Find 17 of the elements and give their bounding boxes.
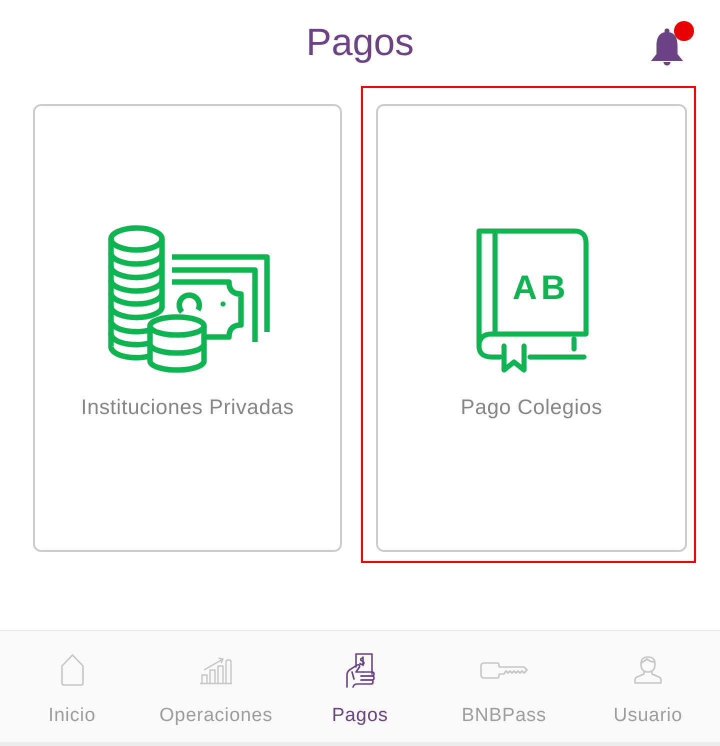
nav-tab[interactable]: Usuario	[576, 631, 720, 742]
user-icon	[634, 655, 662, 685]
house-icon	[60, 653, 84, 687]
key-icon	[480, 662, 528, 678]
school-payment-card[interactable]: AB Pago Colegios	[376, 104, 687, 552]
cover-lettering: AB	[512, 269, 570, 307]
nav-tab[interactable]: Inicio	[0, 631, 144, 742]
hand-with-bill-icon	[344, 652, 376, 688]
nav-tab[interactable]: BNBPass	[432, 631, 576, 742]
nav-tab[interactable]: Pagos	[288, 631, 432, 742]
bar-chart-icon	[199, 656, 233, 684]
book-icon	[476, 228, 588, 372]
bell-icon	[648, 28, 686, 66]
notifications-button[interactable]	[648, 20, 694, 66]
private-institutions-card[interactable]: Instituciones Privadas	[33, 104, 342, 552]
page-title: Pagos	[306, 21, 414, 65]
nav-tab[interactable]: Operaciones	[144, 631, 288, 742]
